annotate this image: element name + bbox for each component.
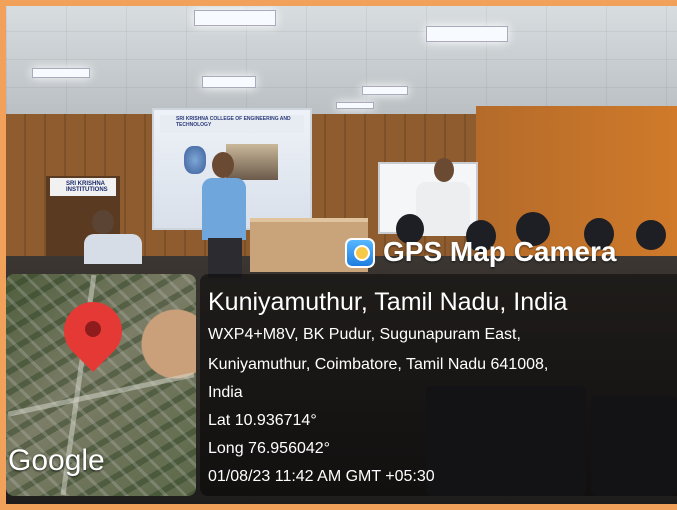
map-pin-center: [85, 321, 101, 337]
ceiling-light: [362, 86, 408, 95]
audience-head: [92, 210, 114, 234]
ceiling-light: [202, 76, 256, 88]
address-line-1: WXP4+M8V, BK Pudur, Sugunapuram East,: [208, 326, 521, 343]
address-line-3: India: [208, 384, 243, 401]
podium-sign-text: SRI KRISHNA INSTITUTIONS: [66, 181, 108, 193]
map-road: [7, 372, 195, 417]
gps-map-camera-logo-icon: [345, 238, 375, 268]
presenter-head: [434, 158, 454, 182]
ceiling: [6, 6, 677, 116]
presenter-body: [416, 182, 470, 236]
timestamp: 01/08/23 11:42 AM GMT +05:30: [208, 468, 435, 485]
slide-title: SRI KRISHNA COLLEGE OF ENGINEERING AND T…: [176, 116, 291, 128]
map-brand-logo: Google: [8, 444, 105, 477]
longitude: Long 76.956042°: [208, 440, 331, 457]
audience-head: [636, 220, 666, 250]
audience-body: [84, 234, 142, 264]
slide-image: [184, 146, 206, 174]
app-name: GPS Map Camera: [383, 236, 617, 267]
ceiling-light: [426, 26, 508, 42]
latitude: Lat 10.936714°: [208, 412, 317, 429]
speaker-head: [212, 152, 234, 178]
ceiling-light: [336, 102, 374, 109]
location-title: Kuniyamuthur, Tamil Nadu, India: [208, 288, 568, 316]
ceiling-light: [32, 68, 90, 78]
ceiling-light: [194, 10, 276, 26]
speaker-legs: [208, 238, 242, 278]
speaker-body: [202, 178, 246, 240]
address-line-2: Kuniyamuthur, Coimbatore, Tamil Nadu 641…: [208, 356, 549, 373]
